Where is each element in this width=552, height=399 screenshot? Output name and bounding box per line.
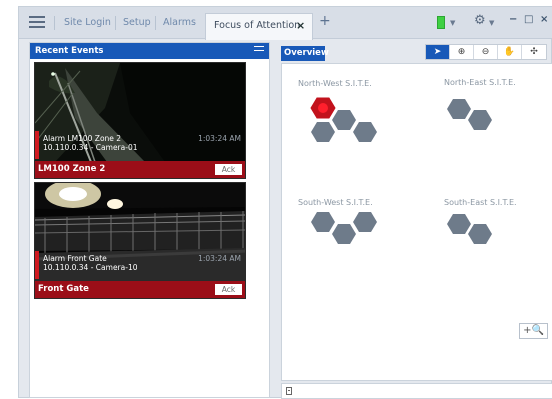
- southwest-site-cluster: [311, 212, 377, 244]
- pan-hand-icon[interactable]: ✋: [498, 45, 522, 59]
- map-zoom-control[interactable]: +🔍: [519, 323, 548, 339]
- add-tab-icon[interactable]: +: [319, 13, 331, 29]
- chevron-down-icon[interactable]: ▼: [450, 19, 455, 27]
- minimize-button[interactable]: −: [509, 14, 517, 25]
- southeast-site-cluster: [447, 214, 492, 244]
- tab-focus-of-attention[interactable]: Focus of Attention ×: [205, 13, 313, 40]
- event-card[interactable]: Alarm LM100 Zone 2 10.110.0.34 - Camera-…: [34, 62, 246, 179]
- event-time: 1:03:24 AM: [198, 254, 241, 263]
- chevron-down-icon[interactable]: ▼: [489, 19, 494, 27]
- site-label-northwest: North-West S.I.T.E.: [298, 79, 372, 88]
- menu-icon[interactable]: [29, 16, 45, 29]
- event-footer: Front Gate Ack: [35, 281, 245, 298]
- app-window: Site Login Setup Alarms Focus of Attenti…: [18, 6, 552, 399]
- status-indicator-icon[interactable]: [437, 16, 445, 29]
- event-card[interactable]: Alarm Front Gate 10.110.0.34 - Camera-10…: [34, 182, 246, 299]
- event-camera-address: 10.110.0.34 - Camera-01: [43, 143, 138, 152]
- event-alarm-name: Alarm LM100 Zone 2: [43, 134, 122, 143]
- map-toolbar: ➤ ⊕ ⊖ ✋ ✣: [425, 44, 547, 60]
- tab-divider: [54, 16, 55, 30]
- tab-divider: [115, 16, 116, 30]
- maximize-button[interactable]: □: [524, 14, 533, 25]
- tab-setup[interactable]: Setup: [123, 15, 151, 31]
- ack-button[interactable]: Ack: [214, 163, 243, 176]
- site-label-southeast: South-East S.I.T.E.: [444, 198, 517, 207]
- alarm-indicator-bar: [35, 131, 39, 159]
- site-cluster-map[interactable]: [282, 64, 552, 382]
- recent-events-title: Recent Events: [35, 46, 104, 56]
- bottom-status-bar: [281, 383, 552, 399]
- overview-map: North-West S.I.T.E. North-East S.I.T.E. …: [281, 63, 552, 381]
- tab-bar: Site Login Setup Alarms Focus of Attenti…: [19, 7, 552, 40]
- ack-button[interactable]: Ack: [214, 283, 243, 296]
- site-label-northeast: North-East S.I.T.E.: [444, 78, 516, 87]
- tab-focus-label: Focus of Attention: [214, 20, 301, 31]
- recent-events-panel: Recent Events Alarm LM100 Zone 2 10.110.…: [29, 42, 270, 398]
- document-icon[interactable]: [286, 387, 292, 395]
- event-alarm-name: Alarm Front Gate: [43, 254, 107, 263]
- pointer-icon[interactable]: ➤: [426, 45, 450, 59]
- event-meta: Alarm LM100 Zone 2 10.110.0.34 - Camera-…: [35, 131, 245, 159]
- tab-close-icon[interactable]: ×: [296, 19, 305, 32]
- gear-icon[interactable]: ⚙: [474, 13, 486, 28]
- tab-alarms[interactable]: Alarms: [163, 15, 196, 31]
- tab-overview[interactable]: Overview: [281, 46, 329, 61]
- northeast-site-cluster: [447, 99, 492, 130]
- close-window-button[interactable]: ×: [540, 14, 548, 25]
- zoom-in-icon[interactable]: ⊕: [450, 45, 474, 59]
- select-icon[interactable]: ✣: [522, 45, 546, 59]
- recent-events-header: Recent Events: [30, 43, 269, 59]
- alarm-indicator-bar: [35, 251, 39, 279]
- filter-icon[interactable]: [254, 46, 264, 55]
- northwest-site-cluster: [310, 97, 377, 142]
- event-camera-address: 10.110.0.34 - Camera-10: [43, 263, 138, 272]
- event-title: LM100 Zone 2: [38, 164, 106, 174]
- event-footer: LM100 Zone 2 Ack: [35, 161, 245, 178]
- site-label-southwest: South-West S.I.T.E.: [298, 198, 373, 207]
- event-meta: Alarm Front Gate 10.110.0.34 - Camera-10…: [35, 251, 245, 279]
- tab-site-login[interactable]: Site Login: [64, 15, 111, 31]
- zoom-out-icon[interactable]: ⊖: [474, 45, 498, 59]
- tab-divider: [155, 16, 156, 30]
- event-title: Front Gate: [38, 284, 89, 294]
- event-time: 1:03:24 AM: [198, 134, 241, 143]
